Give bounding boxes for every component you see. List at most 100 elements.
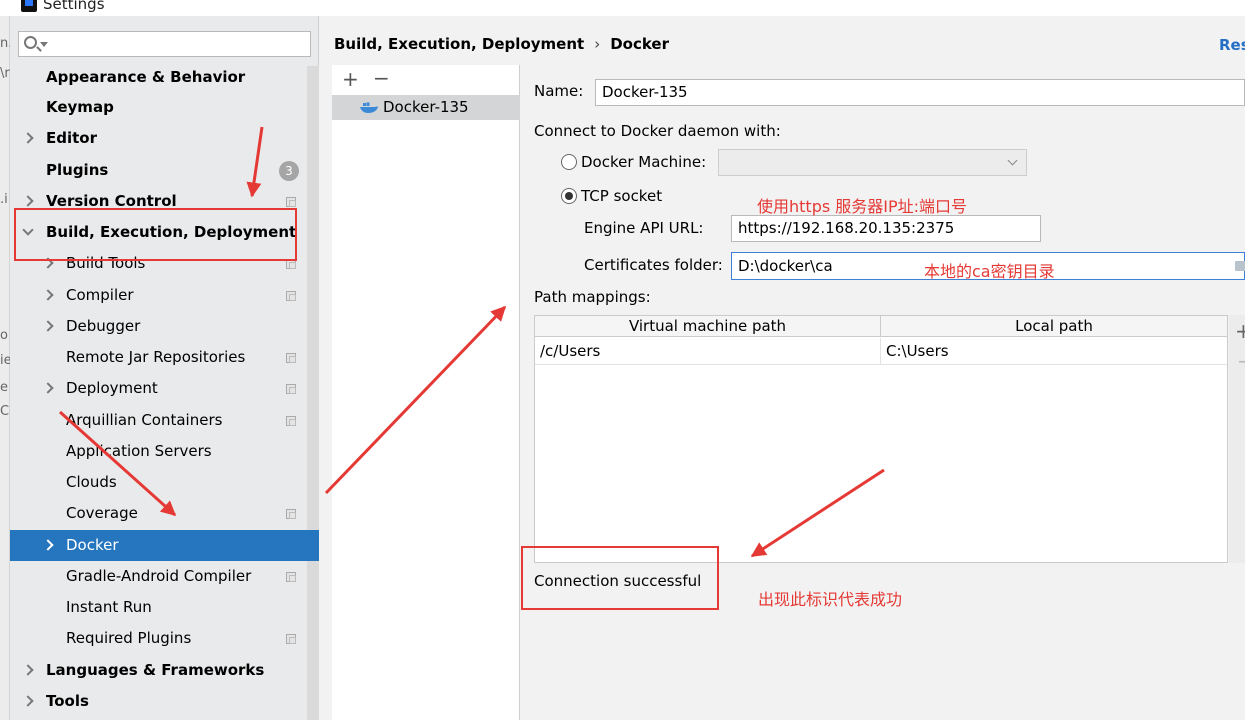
annotation-note-tcp: 使用https 服务器IP址:端口号 xyxy=(757,197,968,216)
docker-machine-label: Docker Machine: xyxy=(581,153,707,171)
annotation-box-build-section xyxy=(14,208,297,261)
sidebar-item-label: Application Servers xyxy=(66,442,212,460)
path-mappings-table: Virtual machine path Local path /c/Users… xyxy=(534,315,1228,563)
settings-sidebar: Appearance & Behavior Keymap Editor Plugins… xyxy=(10,16,319,720)
search-input[interactable] xyxy=(18,31,311,57)
search-icon xyxy=(24,36,37,49)
sidebar-item-instant-run[interactable]: Instant Run xyxy=(10,592,307,623)
sidebar-item-label: Tools xyxy=(46,692,89,710)
sidebar-item-label: Gradle-Android Compiler xyxy=(66,567,252,585)
sidebar-item-required-plugins[interactable]: Required Plugins xyxy=(10,623,307,654)
certificates-label: Certificates folder: xyxy=(584,256,723,274)
column-header-local-path[interactable]: Local path xyxy=(881,316,1227,337)
strip-fragment: o xyxy=(0,328,8,343)
sidebar-item-docker[interactable]: Docker xyxy=(10,530,319,561)
project-level-icon xyxy=(286,416,296,426)
chevron-right-icon[interactable] xyxy=(42,539,54,551)
tcp-socket-label: TCP socket xyxy=(581,187,663,205)
project-level-icon xyxy=(286,509,296,519)
sidebar-item-label: Debugger xyxy=(66,317,141,335)
path-mappings-label: Path mappings: xyxy=(534,288,651,306)
folder-icon[interactable] xyxy=(1235,261,1245,271)
sidebar-item-application-servers[interactable]: Application Servers xyxy=(10,436,307,467)
engine-api-label: Engine API URL: xyxy=(584,219,704,237)
sidebar-item-arquillian-containers[interactable]: Arquillian Containers xyxy=(10,405,307,436)
sidebar-item-label: Editor xyxy=(46,129,97,147)
add-mapping-button[interactable]: + xyxy=(1235,319,1245,343)
title-bar xyxy=(0,0,1245,16)
annotation-note-success: 出现此标识代表成功 xyxy=(758,590,903,609)
chevron-right-icon[interactable] xyxy=(22,695,34,707)
project-level-icon xyxy=(286,197,296,207)
list-item-label: Docker-135 xyxy=(383,98,469,116)
sidebar-item-debugger[interactable]: Debugger xyxy=(10,311,307,342)
chevron-right-icon[interactable] xyxy=(42,382,54,394)
connect-label: Connect to Docker daemon with: xyxy=(534,122,781,140)
sidebar-item-remote-jar-repositories[interactable]: Remote Jar Repositories xyxy=(10,342,307,373)
chevron-right-icon[interactable] xyxy=(22,664,34,676)
chevron-down-icon xyxy=(1007,155,1018,166)
sidebar-item-keymap[interactable]: Keymap xyxy=(10,92,307,123)
sidebar-item-plugins[interactable]: Plugins 3 xyxy=(10,155,307,186)
sidebar-item-appearance-behavior[interactable]: Appearance & Behavior xyxy=(10,62,307,93)
sidebar-item-label: Compiler xyxy=(66,286,134,304)
sidebar-item-compiler[interactable]: Compiler xyxy=(10,280,307,311)
breadcrumb: Build, Execution, Deployment › Docker xyxy=(334,32,669,56)
sidebar-item-label: Arquillian Containers xyxy=(66,411,223,429)
sidebar-item-label: Deployment xyxy=(66,379,158,397)
sidebar-item-languages-frameworks[interactable]: Languages & Frameworks xyxy=(10,655,307,686)
project-level-icon xyxy=(286,291,296,301)
strip-fragment: ie xyxy=(0,353,10,368)
background-window-strip: n. \r .i o ie e Co xyxy=(0,16,10,720)
strip-fragment: .i xyxy=(0,192,8,207)
project-level-icon xyxy=(286,384,296,394)
sidebar-item-label: Docker xyxy=(66,536,119,554)
engine-api-url-field[interactable]: https://192.168.20.135:2375 xyxy=(731,215,1041,242)
breadcrumb-separator-icon: › xyxy=(594,35,601,53)
column-header-vm-path[interactable]: Virtual machine path xyxy=(535,316,881,337)
window-title: Settings xyxy=(43,0,105,13)
chevron-right-icon[interactable] xyxy=(42,289,54,301)
sidebar-item-label: Plugins xyxy=(46,161,109,179)
sidebar-item-clouds[interactable]: Clouds xyxy=(10,467,307,498)
sidebar-item-label: Required Plugins xyxy=(66,629,192,647)
path-mappings-toolbar: + − xyxy=(1229,315,1245,563)
update-count-badge: 3 xyxy=(279,161,299,181)
chevron-right-icon[interactable] xyxy=(22,132,34,144)
table-cell-local-path[interactable]: C:\Users xyxy=(881,338,1227,365)
name-field[interactable]: Docker-135 xyxy=(595,79,1245,106)
breadcrumb-parent[interactable]: Build, Execution, Deployment xyxy=(334,35,584,53)
sidebar-item-deployment[interactable]: Deployment xyxy=(10,373,307,404)
sidebar-item-gradle-android-compiler[interactable]: Gradle-Android Compiler xyxy=(10,561,307,592)
breadcrumb-current: Docker xyxy=(610,35,669,53)
chevron-right-icon[interactable] xyxy=(22,195,34,207)
strip-fragment: e xyxy=(0,380,8,395)
project-level-icon xyxy=(286,634,296,644)
docker-machine-select[interactable] xyxy=(718,149,1027,176)
sidebar-item-label: Remote Jar Repositories xyxy=(66,348,246,366)
list-item-docker-135[interactable]: Docker-135 xyxy=(332,95,520,120)
sidebar-item-label: Coverage xyxy=(66,504,138,522)
strip-fragment: n. xyxy=(0,36,10,51)
tcp-socket-radio[interactable] xyxy=(561,188,577,204)
remove-config-button[interactable]: − xyxy=(373,66,390,90)
annotation-box-status xyxy=(521,546,719,610)
annotation-note-cert: 本地的ca密钥目录 xyxy=(924,262,1055,281)
docker-machine-radio[interactable] xyxy=(561,154,577,170)
table-cell-vm-path[interactable]: /c/Users xyxy=(535,338,881,365)
sidebar-item-tools[interactable]: Tools xyxy=(10,686,307,717)
sidebar-item-label: Appearance & Behavior xyxy=(46,68,246,86)
add-config-button[interactable]: + xyxy=(342,67,359,91)
sidebar-item-editor[interactable]: Editor xyxy=(10,123,307,154)
reset-link[interactable]: Res xyxy=(1219,36,1245,54)
sidebar-scrollbar[interactable] xyxy=(307,66,319,720)
project-level-icon xyxy=(286,572,296,582)
sidebar-item-coverage[interactable]: Coverage xyxy=(10,498,307,529)
sidebar-item-label: Instant Run xyxy=(66,598,152,616)
remove-mapping-button[interactable]: − xyxy=(1237,349,1245,373)
sidebar-item-label: Keymap xyxy=(46,98,114,116)
chevron-right-icon[interactable] xyxy=(42,320,54,332)
sidebar-item-label: Languages & Frameworks xyxy=(46,661,265,679)
chevron-down-icon[interactable] xyxy=(40,42,48,47)
intellij-app-icon xyxy=(21,0,37,12)
